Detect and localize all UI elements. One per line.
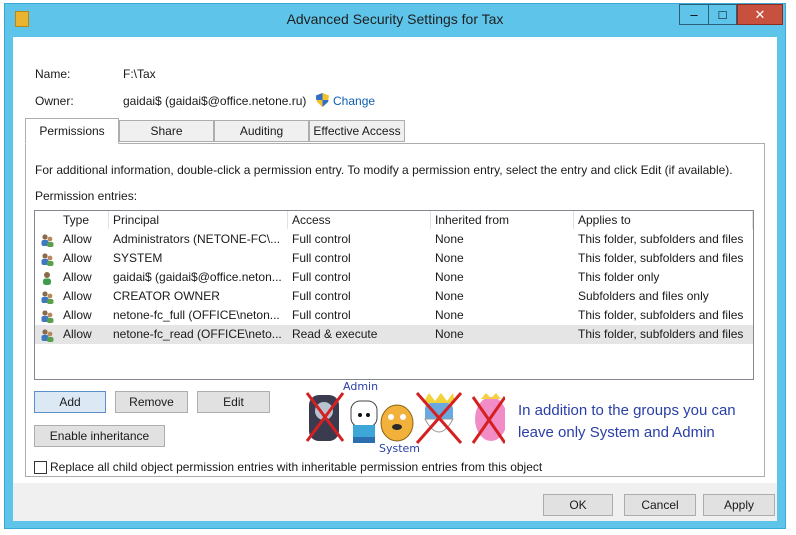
finn-character — [350, 400, 378, 443]
jake-character — [380, 404, 414, 442]
cell-applies-to: This folder only — [578, 270, 660, 284]
cell-principal: netone-fc_full (OFFICE\neton... — [113, 308, 280, 322]
cell-access: Read & execute — [292, 327, 378, 341]
add-button[interactable]: Add — [34, 391, 106, 413]
cell-inherited-from: None — [435, 251, 464, 265]
cell-principal: netone-fc_read (OFFICE\neto... — [113, 327, 282, 341]
cell-applies-to: This folder, subfolders and files — [578, 232, 744, 246]
cell-applies-to: This folder, subfolders and files — [578, 251, 744, 265]
cell-type: Allow — [63, 289, 92, 303]
window-title: Advanced Security Settings for Tax — [286, 11, 504, 27]
replace-child-permissions-label: Replace all child object permission entr… — [50, 460, 543, 474]
tab-share[interactable]: Share — [119, 120, 214, 142]
cell-access: Full control — [292, 232, 351, 246]
remove-button[interactable]: Remove — [115, 391, 188, 413]
cell-access: Full control — [292, 308, 351, 322]
cell-applies-to: Subfolders and files only — [578, 289, 709, 303]
tab-auditing[interactable]: Auditing — [214, 120, 309, 142]
cell-applies-to: This folder, subfolders and files — [578, 308, 744, 322]
group-icon — [41, 234, 54, 247]
cell-inherited-from: None — [435, 327, 464, 341]
table-row[interactable]: Allow SYSTEM Full control None This folder, … — [35, 249, 753, 268]
cell-type: Allow — [63, 327, 92, 341]
dialog-window: Advanced Security Settings for Tax – □ ✕… — [4, 3, 786, 529]
user-icon — [43, 272, 51, 285]
minimize-button[interactable]: – — [679, 4, 709, 25]
cell-type: Allow — [63, 270, 92, 284]
marceline-character — [305, 392, 345, 442]
permission-entries-list[interactable]: Type Principal Access Inherited from App… — [34, 210, 754, 380]
apply-button[interactable]: Apply — [703, 494, 775, 516]
change-owner-link[interactable]: Change — [333, 94, 375, 108]
table-row[interactable]: Allow CREATOR OWNER Full control None Subfol… — [35, 287, 753, 306]
group-icon — [41, 291, 54, 304]
edit-button[interactable]: Edit — [197, 391, 270, 413]
tab-effective-access[interactable]: Effective Access — [309, 120, 405, 142]
panel-description: For additional information, double-click… — [35, 163, 733, 177]
name-value: F:\Tax — [123, 67, 156, 81]
ice-king-character — [415, 392, 463, 444]
cell-applies-to: This folder, subfolders and files — [578, 327, 744, 341]
character-illustration — [305, 392, 505, 444]
group-icon — [41, 310, 54, 323]
cell-principal: CREATOR OWNER — [113, 289, 220, 303]
name-label: Name: — [35, 67, 71, 81]
cell-access: Full control — [292, 270, 351, 284]
column-applies-to[interactable]: Applies to — [574, 211, 753, 229]
list-header: Type Principal Access Inherited from App… — [35, 211, 753, 229]
cell-inherited-from: None — [435, 270, 464, 284]
cell-type: Allow — [63, 308, 92, 322]
annotation-note: In addition to the groups you can leave … — [518, 402, 736, 441]
cell-inherited-from: None — [435, 289, 464, 303]
column-inherited-from[interactable]: Inherited from — [431, 211, 574, 229]
owner-value: gaidai$ (gaidai$@office.netone.ru) — [123, 94, 307, 108]
uac-shield-icon — [316, 93, 329, 107]
replace-child-permissions-checkbox[interactable] — [34, 461, 47, 474]
cell-type: Allow — [63, 251, 92, 265]
princess-bubblegum-character — [471, 393, 505, 444]
cell-access: Full control — [292, 289, 351, 303]
title-bar[interactable]: Advanced Security Settings for Tax – □ ✕ — [5, 4, 785, 34]
close-button[interactable]: ✕ — [737, 4, 783, 25]
dialog-body: Name: F:\Tax Owner: gaidai$ (gaidai$@off… — [13, 37, 777, 521]
cell-inherited-from: None — [435, 308, 464, 322]
column-type[interactable]: Type — [59, 211, 109, 229]
owner-label: Owner: — [35, 94, 74, 108]
cell-principal: gaidai$ (gaidai$@office.neton... — [113, 270, 282, 284]
enable-inheritance-button[interactable]: Enable inheritance — [34, 425, 165, 447]
ok-button[interactable]: OK — [543, 494, 613, 516]
table-row[interactable]: Allow netone-fc_full (OFFICE\neton... Full… — [35, 306, 753, 325]
column-principal[interactable]: Principal — [109, 211, 288, 229]
group-icon — [41, 329, 54, 342]
cell-inherited-from: None — [435, 232, 464, 246]
table-row[interactable]: Allow gaidai$ (gaidai$@office.neton... Ful… — [35, 268, 753, 287]
column-access[interactable]: Access — [288, 211, 431, 229]
cell-type: Allow — [63, 232, 92, 246]
table-row[interactable]: Allow Administrators (NETONE-FC\... Full c… — [35, 230, 753, 249]
tab-permissions[interactable]: Permissions — [25, 118, 119, 144]
table-row[interactable]: Allow netone-fc_read (OFFICE\neto... Read … — [35, 325, 753, 344]
cell-access: Full control — [292, 251, 351, 265]
entries-label: Permission entries: — [35, 189, 138, 203]
cell-principal: SYSTEM — [113, 251, 163, 265]
cancel-button[interactable]: Cancel — [624, 494, 696, 516]
maximize-button[interactable]: □ — [709, 4, 737, 25]
cell-principal: Administrators (NETONE-FC\... — [113, 232, 281, 246]
group-icon — [41, 253, 54, 266]
content-area: Name: F:\Tax Owner: gaidai$ (gaidai$@off… — [13, 37, 777, 483]
